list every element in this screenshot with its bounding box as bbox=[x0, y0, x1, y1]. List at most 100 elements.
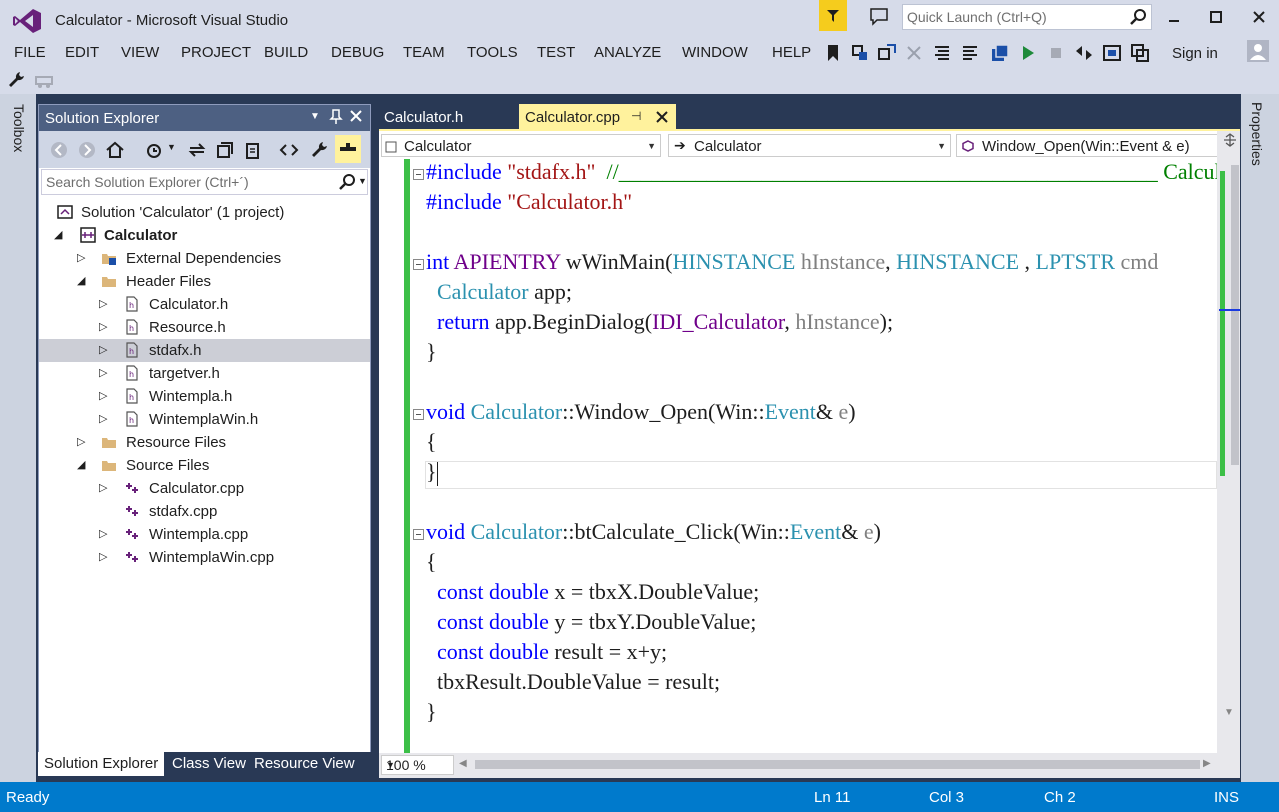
pin-icon[interactable] bbox=[328, 109, 344, 125]
window-layout-icon[interactable] bbox=[1102, 43, 1122, 63]
tab-calculator-cpp[interactable]: Calculator.cpp ⊣ bbox=[519, 104, 676, 129]
comment-lines-icon[interactable] bbox=[960, 43, 980, 63]
expand-arrow-icon[interactable]: ▷ bbox=[99, 366, 109, 380]
code-area[interactable]: #include "stdafx.h" //__________________… bbox=[379, 159, 1240, 753]
view-code-icon[interactable] bbox=[279, 140, 299, 160]
maximize-button[interactable] bbox=[1202, 6, 1230, 28]
tab-resource-view[interactable]: Resource View bbox=[248, 752, 361, 776]
menu-project[interactable]: PROJECT bbox=[181, 44, 251, 61]
tree-item-wintempla-cpp[interactable]: ▷ Wintempla.cpp bbox=[39, 523, 370, 546]
tree-item-resource-files[interactable]: ▷ Resource Files bbox=[39, 431, 370, 454]
tree-item-stdafx-cpp[interactable]: stdafx.cpp bbox=[39, 500, 370, 523]
search-icon[interactable] bbox=[1129, 8, 1147, 26]
horizontal-scroll-thumb[interactable] bbox=[475, 760, 1200, 769]
chevron-down-icon[interactable]: ▼ bbox=[167, 142, 187, 162]
pending-changes-icon[interactable] bbox=[145, 140, 165, 160]
home-icon[interactable] bbox=[105, 140, 125, 160]
tree-item-wintemplawin-h[interactable]: ▷ h WintemplaWin.h bbox=[39, 408, 370, 431]
tree-item-project[interactable]: ◢ Calculator bbox=[39, 224, 370, 247]
tree-item-solution[interactable]: Solution 'Calculator' (1 project) bbox=[39, 201, 370, 224]
wrench-icon[interactable] bbox=[6, 70, 26, 90]
tree-item-wintempla-h[interactable]: ▷ h Wintempla.h bbox=[39, 385, 370, 408]
pin-tab-icon[interactable]: ⊣ bbox=[631, 109, 641, 123]
step-icon[interactable] bbox=[904, 43, 924, 63]
forward-icon[interactable] bbox=[77, 140, 97, 160]
start-debug-icon[interactable] bbox=[1018, 43, 1038, 63]
menu-team[interactable]: TEAM bbox=[403, 44, 445, 61]
stop-icon[interactable] bbox=[1046, 43, 1066, 63]
notification-flag-icon[interactable] bbox=[819, 0, 847, 31]
minimize-button[interactable] bbox=[1160, 6, 1188, 28]
tree-item-header-files[interactable]: ◢ Header Files bbox=[39, 270, 370, 293]
split-view-icon[interactable] bbox=[1223, 133, 1237, 147]
expand-arrow-icon[interactable]: ▷ bbox=[99, 481, 109, 495]
close-window-button[interactable] bbox=[1245, 6, 1273, 28]
search-icon[interactable] bbox=[338, 173, 356, 191]
tab-calculator-h[interactable]: Calculator.h bbox=[378, 104, 469, 129]
fold-toggle-icon[interactable] bbox=[413, 169, 424, 180]
expand-arrow-icon[interactable]: ▷ bbox=[99, 550, 109, 564]
collapse-arrow-icon[interactable]: ◢ bbox=[77, 458, 87, 472]
collapse-arrow-icon[interactable]: ◢ bbox=[54, 228, 64, 242]
toolbox-tab[interactable]: Toolbox bbox=[6, 104, 30, 160]
quick-launch-box[interactable] bbox=[902, 4, 1152, 30]
tree-item-external-dependencies[interactable]: ▷ External Dependencies bbox=[39, 247, 370, 270]
tab-solution-explorer[interactable]: Solution Explorer bbox=[38, 752, 165, 776]
expand-arrow-icon[interactable]: ▷ bbox=[77, 251, 87, 265]
bookmark-icon[interactable] bbox=[823, 43, 843, 63]
menu-window[interactable]: WINDOW bbox=[682, 44, 748, 61]
scroll-right-arrow-icon[interactable]: ▶ bbox=[1203, 758, 1211, 769]
panel-menu-icon[interactable]: ▼ bbox=[307, 109, 323, 125]
menu-debug[interactable]: DEBUG bbox=[331, 44, 384, 61]
properties-wrench-icon[interactable] bbox=[309, 140, 329, 160]
expand-arrow-icon[interactable]: ▷ bbox=[99, 320, 109, 334]
expand-arrow-icon[interactable]: ▷ bbox=[77, 435, 87, 449]
tree-item-wintemplawin-cpp[interactable]: ▷ WintemplaWin.cpp bbox=[39, 546, 370, 569]
scroll-down-arrow-icon[interactable]: ▼ bbox=[1224, 707, 1234, 718]
close-tab-icon[interactable] bbox=[656, 111, 668, 123]
menu-edit[interactable]: EDIT bbox=[65, 44, 99, 61]
tab-class-view[interactable]: Class View bbox=[166, 752, 252, 776]
show-all-files-icon[interactable] bbox=[243, 140, 263, 160]
close-panel-icon[interactable] bbox=[348, 109, 364, 125]
save-all-icon[interactable] bbox=[990, 43, 1010, 63]
menu-analyze[interactable]: ANALYZE bbox=[594, 44, 661, 61]
menu-help[interactable]: HELP bbox=[772, 44, 811, 61]
search-options-icon[interactable]: ▼ bbox=[358, 176, 367, 186]
menu-file[interactable]: FILE bbox=[14, 44, 46, 61]
copy-window-icon[interactable] bbox=[1130, 43, 1150, 63]
account-avatar-icon[interactable] bbox=[1247, 40, 1269, 62]
expand-arrow-icon[interactable]: ▷ bbox=[99, 297, 109, 311]
tree-item-calculator-cpp[interactable]: ▷ Calculator.cpp bbox=[39, 477, 370, 500]
solution-search-input[interactable] bbox=[42, 170, 332, 194]
class-dropdown[interactable]: ➔ Calculator ▼ bbox=[668, 134, 951, 157]
expand-arrow-icon[interactable]: ▷ bbox=[99, 343, 109, 357]
fold-toggle-icon[interactable] bbox=[413, 409, 424, 420]
menu-build[interactable]: BUILD bbox=[264, 44, 308, 61]
collapse-all-icon[interactable] bbox=[215, 140, 235, 160]
quick-launch-input[interactable] bbox=[903, 5, 1123, 29]
fold-toggle-icon[interactable] bbox=[413, 259, 424, 270]
vehicle-icon[interactable] bbox=[34, 70, 54, 90]
member-dropdown[interactable]: Window_Open(Win::Event & e) ▼ bbox=[956, 134, 1239, 157]
project-scope-dropdown[interactable]: Calculator ▼ bbox=[381, 134, 661, 157]
sign-in-link[interactable]: Sign in bbox=[1172, 45, 1218, 62]
expand-arrow-icon[interactable]: ▷ bbox=[99, 389, 109, 403]
back-icon[interactable] bbox=[49, 140, 69, 160]
process-icon[interactable] bbox=[1074, 43, 1094, 63]
menu-test[interactable]: TEST bbox=[537, 44, 575, 61]
tree-item-source-files[interactable]: ◢ Source Files bbox=[39, 454, 370, 477]
vertical-scroll-thumb[interactable] bbox=[1231, 165, 1239, 465]
tree-item-resource-h[interactable]: ▷ h Resource.h bbox=[39, 316, 370, 339]
tree-item-stdafx-h[interactable]: ▷ h stdafx.h bbox=[39, 339, 370, 362]
collapse-arrow-icon[interactable]: ◢ bbox=[77, 274, 87, 288]
preview-selected-icon[interactable] bbox=[335, 135, 361, 163]
switch-window-icon[interactable] bbox=[877, 43, 897, 63]
expand-arrow-icon[interactable]: ▷ bbox=[99, 527, 109, 541]
menu-tools[interactable]: TOOLS bbox=[467, 44, 518, 61]
fold-toggle-icon[interactable] bbox=[413, 529, 424, 540]
solution-search-box[interactable]: ▼ bbox=[41, 169, 368, 195]
menu-view[interactable]: VIEW bbox=[121, 44, 159, 61]
expand-arrow-icon[interactable]: ▷ bbox=[99, 412, 109, 426]
attach-icon[interactable] bbox=[850, 43, 870, 63]
